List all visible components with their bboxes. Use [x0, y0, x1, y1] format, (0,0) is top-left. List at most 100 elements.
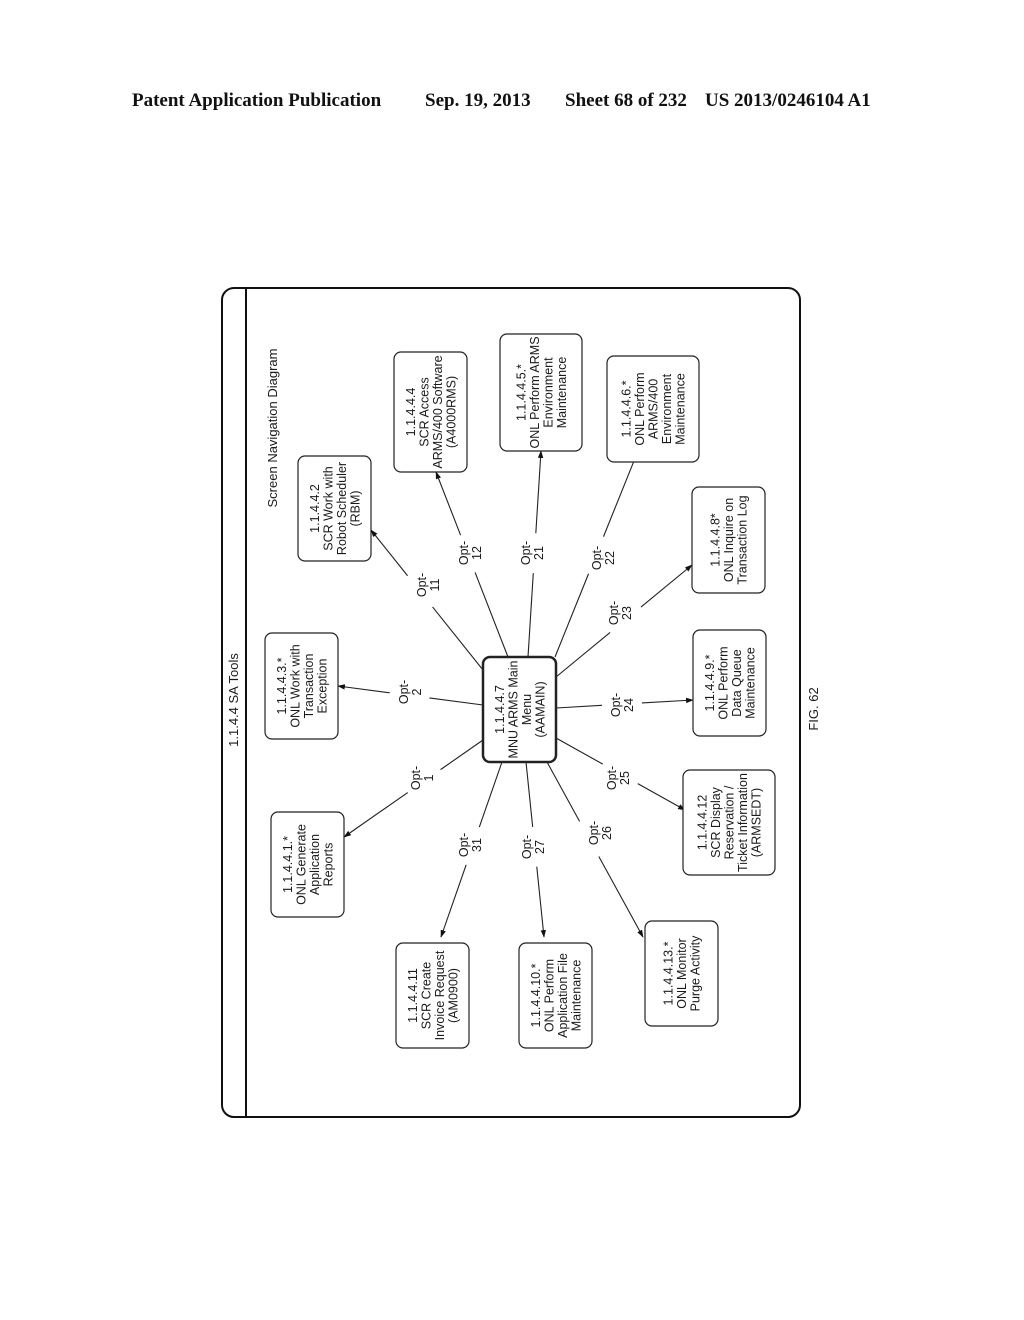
- node-text-line: Reports: [321, 843, 335, 887]
- option-label: Opt-22: [590, 546, 617, 570]
- edge-segment: [440, 739, 484, 771]
- edge-segment: [555, 737, 604, 765]
- node-text-line: Environment: [660, 373, 674, 444]
- option-label-line: Opt-: [415, 573, 429, 597]
- node-text-line: 1.1.4.4.9.*: [703, 654, 717, 711]
- edge-arrow: [598, 856, 644, 938]
- option-label: Opt-27: [520, 835, 547, 859]
- option-label-line: Opt-: [519, 541, 533, 565]
- edge-arrow: [535, 450, 544, 534]
- edge-segment: [474, 572, 509, 658]
- node-text-line: ONL Monitor: [675, 938, 689, 1008]
- node-text-line: ONL Perform: [542, 959, 556, 1032]
- edge-arrow: [337, 684, 390, 694]
- node-text-line: 1.1.4.4.2: [308, 484, 322, 533]
- edge-arrow: [637, 783, 686, 811]
- edge-arrow: [536, 866, 546, 938]
- node-text-line: Reservation /: [723, 785, 737, 859]
- screen-node: 1.1.4.4.4SCR AccessARMS/400 Software(A40…: [393, 351, 468, 473]
- option-label-line: 23: [620, 606, 634, 620]
- option-label-line: 25: [618, 771, 632, 785]
- screen-node: 1.1.4.4.6.*ONL PerformARMS/400Environmen…: [606, 355, 700, 463]
- option-label-line: Opt-: [457, 833, 471, 857]
- node-text-line: Environment: [541, 357, 555, 428]
- node-text-line: Exception: [315, 659, 329, 714]
- screen-node: 1.1.4.4.9.*ONL PerformData QueueMaintena…: [692, 629, 767, 737]
- node-text-line: 1.1.4.4.6.*: [620, 380, 634, 437]
- edge-segment: [429, 697, 484, 706]
- option-label: Opt-24: [609, 693, 636, 717]
- node-text-line: 1.1.4.4.8*: [709, 513, 723, 567]
- screen-node: 1.1.4.4.8*ONL Inquire onTransaction Log: [691, 486, 766, 594]
- node-text-line: ARMS/400: [647, 379, 661, 439]
- node-text-line: (ARMSEDT): [750, 788, 764, 857]
- node-text-line: SCR Work with: [321, 466, 335, 551]
- node-text-line: Maintenance: [569, 960, 583, 1032]
- option-label-line: Opt-: [397, 680, 411, 704]
- option-label-line: 31: [470, 838, 484, 852]
- node-text-line: Maintenance: [555, 357, 569, 429]
- node-text-line: Menu: [520, 694, 534, 725]
- screen-node: 1.1.4.4.1.*ONL GenerateApplicationReport…: [270, 811, 345, 918]
- node-text-line: Application File: [556, 953, 570, 1038]
- option-label: Opt-26: [587, 821, 614, 845]
- node-text-line: Transaction: [302, 654, 316, 719]
- node-text-line: (A4000RMS): [444, 376, 458, 448]
- node-text-line: Purge Activity: [689, 935, 703, 1011]
- screen-node: 1.1.4.4.2SCR Work withRobot Scheduler(RB…: [297, 455, 372, 562]
- frame-title: 1.1.4.4 SA Tools: [226, 653, 241, 747]
- figure-label: FIG. 62: [806, 687, 821, 730]
- edge-segment: [546, 761, 581, 822]
- center-node-main-menu: 1.1.4.4.7MNU ARMS MainMenu(AAMAIN): [481, 655, 558, 764]
- edge-arrow: [641, 697, 694, 704]
- screen-navigation-diagram: 1.1.4.4 SA Tools Screen Navigation Diagr…: [221, 287, 821, 1118]
- navigation-edge: Opt-31: [440, 761, 503, 938]
- node-text-line: (AAMAIN): [533, 681, 547, 737]
- edge-segment: [555, 632, 611, 678]
- screen-node: 1.1.4.4.11SCR CreateInvoice Request(AM09…: [395, 942, 470, 1049]
- navigation-edge: Opt-24: [555, 693, 694, 717]
- option-label-line: 1: [422, 774, 436, 781]
- option-label-line: Opt-: [590, 546, 604, 570]
- option-label: Opt-12: [457, 541, 484, 565]
- navigation-edge: Opt-21: [519, 450, 546, 658]
- navigation-edge: Opt-23: [555, 564, 693, 678]
- edge-segment: [525, 761, 534, 827]
- option-label: Opt-1: [409, 766, 436, 790]
- node-text-line: ONL Generate: [294, 824, 308, 905]
- option-label-line: 27: [533, 840, 547, 854]
- node-text-line: Application: [308, 834, 322, 895]
- option-label: Opt-21: [519, 541, 546, 565]
- option-label: Opt-25: [605, 766, 632, 790]
- node-text-line: ARMS/400 Software: [431, 355, 445, 468]
- edge-segment: [527, 573, 534, 658]
- option-label-line: 2: [410, 688, 424, 695]
- node-text-line: Transaction Log: [736, 495, 750, 584]
- node-text: 1.1.4.4.6.*ONL PerformARMS/400Environmen…: [620, 372, 688, 445]
- node-text-line: 1.1.4.4.7: [493, 685, 507, 734]
- option-label-line: 12: [470, 546, 484, 560]
- node-text-line: ONL Perform: [633, 372, 647, 445]
- navigation-edge: Opt-2: [337, 680, 484, 706]
- option-label: Opt-31: [457, 833, 484, 857]
- option-label: Opt-11: [415, 573, 442, 597]
- option-label: Opt-2: [397, 680, 424, 704]
- node-text-line: Invoice Request: [433, 950, 447, 1040]
- edge-arrow: [370, 529, 409, 577]
- option-label-line: Opt-: [607, 601, 621, 625]
- node-text-line: (RBM): [348, 490, 362, 526]
- screen-node: 1.1.4.4.10.*ONL PerformApplication FileM…: [518, 942, 593, 1049]
- navigation-edge: Opt-27: [520, 761, 547, 938]
- screen-node: 1.1.4.4.13.*ONL MonitorPurge Activity: [644, 920, 719, 1027]
- edge-segment: [554, 573, 590, 658]
- node-text-line: ONL Inquire on: [722, 498, 736, 582]
- screen-node: 1.1.4.4.3.*ONL Work withTransactionExcep…: [264, 632, 339, 740]
- option-label-line: Opt-: [609, 693, 623, 717]
- screen-node: 1.1.4.4.12SCR DisplayReservation /Ticket…: [682, 769, 776, 876]
- option-label-line: Opt-: [409, 766, 423, 790]
- edge-arrow: [343, 792, 409, 838]
- option-label-line: Opt-: [587, 821, 601, 845]
- node-text-line: 1.1.4.4.11: [406, 968, 420, 1023]
- edge-segment: [478, 761, 503, 828]
- option-label-line: 11: [428, 578, 442, 591]
